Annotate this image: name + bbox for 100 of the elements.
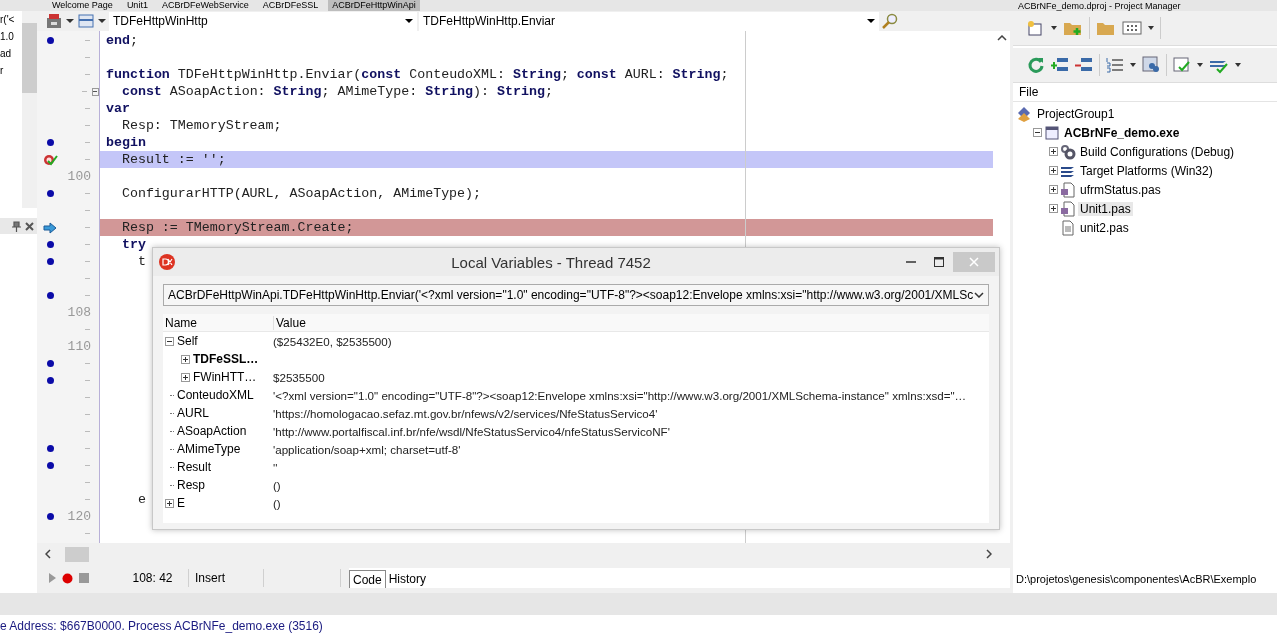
file-tab[interactable]: ACBrDFeWebService	[157, 0, 253, 11]
numbered-list-icon[interactable]	[1106, 57, 1124, 73]
new-item-icon[interactable]	[1027, 20, 1045, 36]
variable-value: 'https://homologacao.sefaz.mt.gov.br/nfews/v2/services/NfeStatusServico4'	[273, 406, 658, 420]
caret-icon[interactable]	[97, 18, 107, 24]
column-header: Value	[275, 315, 306, 330]
toolbox-icon[interactable]	[45, 13, 63, 29]
breakpoint-dot[interactable]	[46, 360, 54, 367]
remove-node-icon[interactable]	[1075, 57, 1093, 73]
scroll-left-icon[interactable]	[45, 549, 51, 559]
code-line: Resp := TMemoryStream.Create;	[121, 219, 354, 236]
tree-item[interactable]: Build Configurations (Debug)	[1078, 144, 1237, 159]
class-dropdown[interactable]: TDFeHttpWinHttp	[109, 11, 417, 31]
refresh-icon[interactable]	[1027, 56, 1045, 74]
code-line: var	[106, 100, 130, 117]
tree-item[interactable]: Target Platforms (Win32)	[1078, 163, 1215, 178]
expander[interactable]	[1049, 185, 1058, 194]
breakpoint-dot[interactable]	[46, 292, 54, 299]
list-text: ad	[0, 47, 12, 61]
add-node-icon[interactable]	[1051, 57, 1069, 73]
line-number: 108	[66, 305, 91, 320]
code-line: ConfigurarHTTP(AURL, ASoapAction, AMimeType);	[121, 185, 482, 202]
tree-item[interactable]: Unit1.pas	[1078, 201, 1133, 216]
build-check-icon[interactable]	[1173, 56, 1191, 74]
expander[interactable]	[1049, 204, 1058, 213]
panel-title: ACBrNFe_demo.dproj - Project Manager	[1018, 0, 1181, 11]
scroll-right-icon[interactable]	[986, 549, 992, 559]
stack-frame-dropdown[interactable]: ACBrDFeHttpWinApi.TDFeHttpWinHttp.Enviar('<?xml version="1.0" encoding="UTF-8"?><soap12:Envelope xmlns:xsi="http://www.w3.org/2001/XMLSc	[163, 284, 989, 306]
tree-item[interactable]: unit2.pas	[1078, 220, 1131, 235]
scrollbar[interactable]	[22, 11, 37, 208]
variable-value: 'http://www.portalfiscal.inf.br/nfe/wsdl/NfeStatusServico4/nfeStatusServicoNF'	[273, 424, 670, 438]
minimize-icon	[906, 261, 916, 263]
app-logo-icon	[159, 254, 175, 270]
caret-icon[interactable]	[65, 18, 75, 24]
scrollbar[interactable]	[45, 546, 992, 562]
code-line: t	[137, 253, 146, 270]
unit-file-icon	[1060, 200, 1076, 217]
tree-item[interactable]: ProjectGroup1	[1035, 106, 1117, 121]
file-tab[interactable]: ACBrDFeHttpWinApi	[328, 0, 420, 11]
variable-value: $2535500	[273, 370, 325, 384]
file-tab[interactable]: ACBrDFeSSL	[258, 0, 323, 11]
list-text: 1.0	[0, 30, 14, 44]
project-group-icon	[1017, 105, 1033, 122]
variable-name: Result	[177, 460, 211, 474]
unit-file-icon	[1060, 181, 1076, 198]
breakpoint-check-icon[interactable]	[42, 153, 58, 166]
breakpoint-dot[interactable]	[46, 445, 54, 452]
gears-icon	[1060, 143, 1076, 160]
application-icon	[1044, 124, 1060, 141]
breakpoint-dot[interactable]	[46, 190, 54, 197]
list-text: r	[0, 64, 4, 78]
grid-icon[interactable]	[1122, 20, 1142, 36]
folder-add-icon[interactable]	[1063, 20, 1083, 36]
breakpoint-dot[interactable]	[46, 462, 54, 469]
variable-value: ()	[273, 478, 281, 492]
expander[interactable]	[1033, 128, 1042, 137]
line-number: 100	[66, 169, 91, 184]
view-tab[interactable]: Code	[349, 570, 386, 588]
breakpoint-dot[interactable]	[46, 258, 54, 265]
variable-name: Resp	[177, 478, 205, 492]
expander[interactable]	[165, 336, 174, 346]
record-icon[interactable]	[62, 572, 73, 584]
window-icon[interactable]	[77, 13, 95, 29]
breakpoint-dot[interactable]	[46, 513, 54, 520]
file-tab[interactable]: Welcome Page	[48, 0, 117, 11]
file-tab[interactable]: Unit1	[122, 0, 152, 11]
breakpoint-dot[interactable]	[46, 241, 54, 248]
variable-value: ''	[273, 460, 278, 474]
view-tab[interactable]: History	[385, 570, 430, 588]
variable-name: Self	[177, 334, 198, 348]
expander[interactable]	[1049, 166, 1058, 175]
code-line: function TDFeHttpWinHttp.Enviar(const ConteudoXML: String; const AURL: String;	[106, 66, 729, 83]
tree-item[interactable]: ACBrNFe_demo.exe	[1062, 125, 1182, 140]
message-line: e Address: $667B0000. Process ACBrNFe_demo.exe (3516)	[0, 619, 324, 633]
document-icon	[1060, 219, 1076, 236]
expander[interactable]	[181, 372, 190, 382]
fold-toggle[interactable]	[91, 87, 99, 96]
column-header: File	[1013, 83, 1277, 102]
arrow-icon	[43, 221, 57, 234]
code-line: e	[137, 491, 146, 508]
scroll-thumb[interactable]	[65, 546, 89, 562]
expander[interactable]	[165, 498, 174, 508]
close-icon[interactable]	[25, 221, 34, 231]
variable-name: AURL	[177, 406, 209, 420]
breakpoint-dot[interactable]	[46, 37, 54, 44]
tree-item[interactable]: ufrmStatus.pas	[1078, 182, 1163, 197]
column-header: Name	[163, 315, 274, 330]
expander[interactable]	[181, 354, 190, 364]
pin-icon[interactable]	[12, 220, 21, 232]
people-icon[interactable]	[1142, 56, 1160, 74]
scroll-up-icon[interactable]	[996, 35, 1007, 41]
breakpoint-dot[interactable]	[46, 377, 54, 384]
method-dropdown[interactable]: TDFeHttpWinHttp.Enviar	[419, 11, 879, 31]
variable-value: 'application/soap+xml; charset=utf-8'	[273, 442, 461, 456]
search-icon[interactable]	[881, 13, 899, 29]
expander[interactable]	[1049, 147, 1058, 156]
variable-name: FWinHTT…	[193, 370, 257, 384]
breakpoint-dot[interactable]	[46, 139, 54, 146]
window-title: Local Variables - Thread 7452	[450, 253, 652, 271]
variable-name: E	[177, 496, 185, 510]
